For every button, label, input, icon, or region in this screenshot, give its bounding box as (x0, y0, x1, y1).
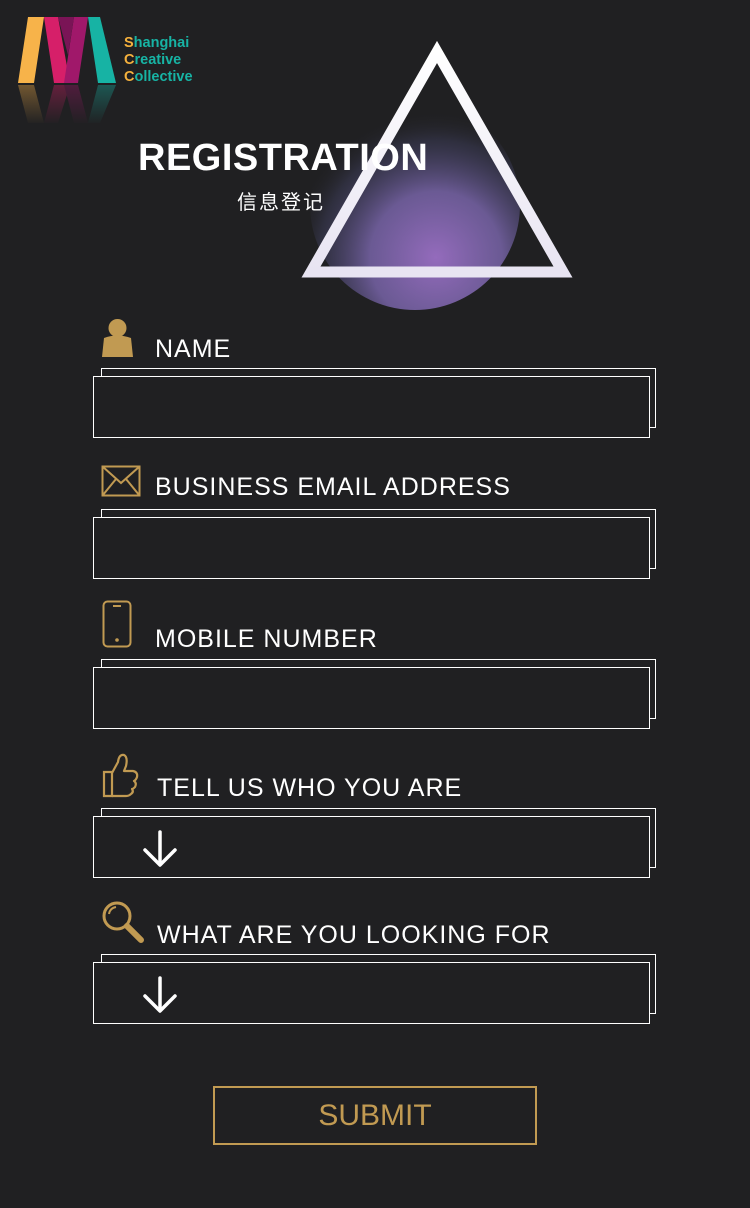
search-icon (102, 901, 144, 943)
looking-field-frame (93, 954, 658, 1024)
arrow-down-icon (143, 830, 177, 867)
name-field-frame (93, 368, 658, 438)
who-field-frame (93, 808, 658, 878)
brand-line-2: Creative (124, 52, 182, 68)
mobile-input[interactable] (93, 667, 650, 729)
brand-line-3: Collective (124, 69, 193, 85)
email-label: BUSINESS EMAIL ADDRESS (155, 473, 511, 501)
brand-line-1: Shanghai (124, 35, 190, 51)
triangle-orb-graphic (301, 40, 573, 310)
email-input[interactable] (93, 517, 650, 579)
brand-name: Shanghai Creative Collective (124, 35, 193, 86)
brand-logo: Shanghai Creative Collective (16, 15, 216, 125)
registration-page: Shanghai Creative Collective REGISTRATIO… (0, 0, 750, 1208)
page-subtitle: 信息登记 (237, 190, 325, 214)
phone-icon (102, 600, 132, 648)
page-title: REGISTRATION (138, 137, 429, 179)
submit-button[interactable]: SUBMIT (213, 1086, 537, 1145)
who-label: TELL US WHO YOU ARE (157, 774, 463, 802)
who-select[interactable] (93, 816, 650, 878)
looking-select[interactable] (93, 962, 650, 1024)
arrow-down-icon (143, 976, 177, 1013)
mobile-label: MOBILE NUMBER (155, 625, 378, 653)
person-icon (102, 319, 133, 357)
looking-label: WHAT ARE YOU LOOKING FOR (157, 921, 551, 949)
name-label: NAME (155, 335, 232, 363)
mobile-field-frame (93, 659, 658, 729)
thumbs-up-icon (102, 753, 139, 798)
envelope-icon (101, 465, 141, 497)
name-input[interactable] (93, 376, 650, 438)
email-field-frame (93, 509, 658, 579)
logo-mark-icon (16, 17, 121, 125)
